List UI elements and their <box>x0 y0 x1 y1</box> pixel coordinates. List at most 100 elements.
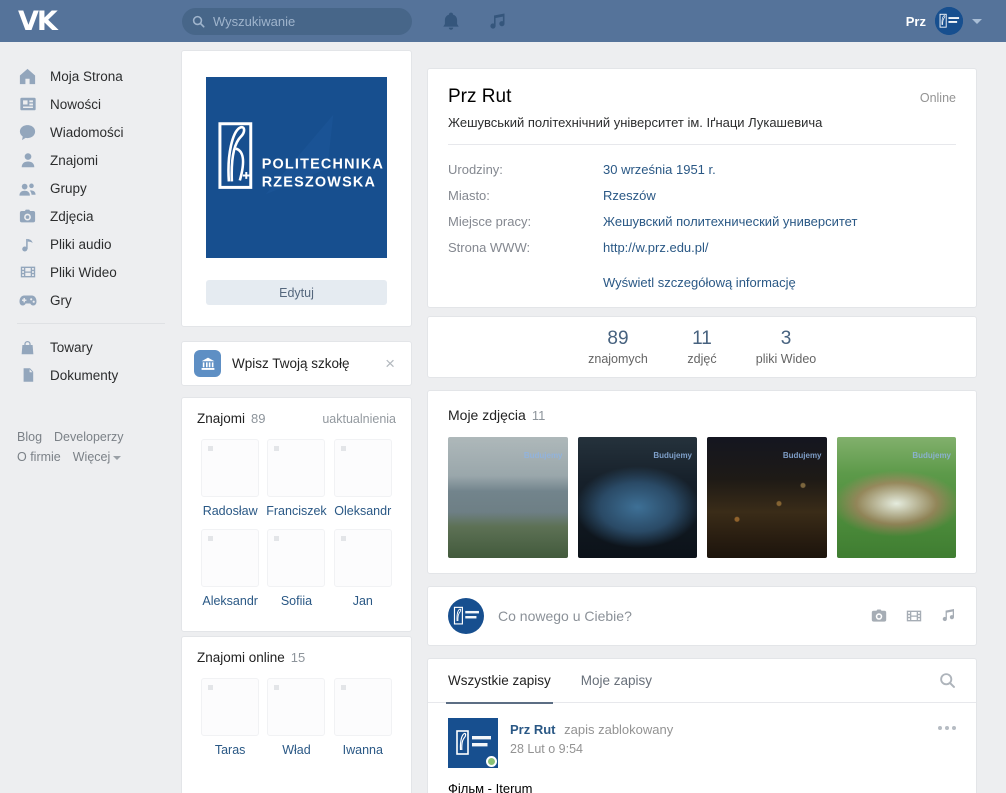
photo-thumb-night-concert-crowd[interactable]: Budujemy <box>707 437 827 558</box>
post-actions-menu-icon[interactable] <box>938 718 956 768</box>
tab-all-posts[interactable]: Wszystkie zapisy <box>448 659 551 703</box>
friends-updates-link[interactable]: uaktualnienia <box>322 412 396 426</box>
school-prompt-widget: Wpisz Twoją szkołę × <box>181 341 412 386</box>
sidebar-item-groups[interactable]: Grupy <box>17 174 181 202</box>
friend-avatar <box>267 678 325 736</box>
sidebar-item-label: Moja Strona <box>50 69 123 84</box>
global-search[interactable] <box>182 8 412 35</box>
friend-avatar <box>201 439 259 497</box>
post-author-avatar[interactable] <box>448 718 498 768</box>
friend-name[interactable]: Franciszek <box>266 504 326 518</box>
sidebar-item-documents[interactable]: Dokumenty <box>17 361 181 389</box>
sidebar-item-games[interactable]: Gry <box>17 286 181 314</box>
friend-name[interactable]: Oleksandr <box>334 504 391 518</box>
friend-item[interactable]: Aleksandr <box>197 529 263 608</box>
post-blocked-badge: zapis zablokowany <box>564 722 673 737</box>
sidebar-item-label: Nowości <box>50 97 101 112</box>
person-icon <box>17 150 38 171</box>
account-menu[interactable]: Prz <box>906 0 982 42</box>
sidebar-item-label: Dokumenty <box>50 368 118 383</box>
friend-item[interactable]: Wład <box>263 678 329 757</box>
footer-link-more[interactable]: Więcej <box>73 450 122 464</box>
post-composer[interactable]: Co nowego u Ciebie? <box>427 586 977 646</box>
friends-title-link[interactable]: Znajomi <box>197 411 245 426</box>
post-date-link[interactable]: 28 Lut o 9:54 <box>510 742 673 756</box>
detail-label: Miejsce pracy: <box>448 214 603 229</box>
friend-item[interactable]: Iwanna <box>330 678 396 757</box>
attach-photo-icon[interactable] <box>870 607 888 625</box>
show-detailed-info-link[interactable]: Wyświetl szczegółową informację <box>603 275 956 290</box>
friend-name[interactable]: Wład <box>282 743 310 757</box>
left-navigation: Moja Strona Nowości Wiadomości Znajomi G… <box>17 50 181 793</box>
detail-value-link[interactable]: 30 września 1951 r. <box>603 162 716 177</box>
sidebar-item-label: Grupy <box>50 181 87 196</box>
footer-link-developers[interactable]: Developerzy <box>54 430 123 444</box>
sidebar-item-messages[interactable]: Wiadomości <box>17 118 181 146</box>
detail-label: Strona WWW: <box>448 240 603 255</box>
friend-name[interactable]: Radosław <box>203 504 258 518</box>
friend-name[interactable]: Aleksandr <box>202 594 258 608</box>
friend-item[interactable]: Franciszek <box>263 439 329 518</box>
document-icon <box>17 365 38 386</box>
attach-audio-icon[interactable] <box>940 607 956 623</box>
chevron-down-icon <box>113 456 121 460</box>
film-icon <box>17 262 38 283</box>
edit-profile-button[interactable]: Edytuj <box>206 280 387 305</box>
sidebar-item-video[interactable]: Pliki Wideo <box>17 258 181 286</box>
vk-logo[interactable]: VK <box>18 6 56 37</box>
page-title: Prz Rut <box>448 86 511 108</box>
search-icon <box>192 15 205 28</box>
people-group-icon <box>17 178 38 199</box>
wall-search-icon[interactable] <box>939 672 956 689</box>
sidebar-item-news[interactable]: Nowości <box>17 90 181 118</box>
friend-item[interactable]: Oleksandr <box>330 439 396 518</box>
sidebar-item-goods[interactable]: Towary <box>17 333 181 361</box>
search-input[interactable] <box>213 14 402 29</box>
sidebar-item-friends[interactable]: Znajomi <box>17 146 181 174</box>
photo-thumb-folk-dancers[interactable]: Budujemy <box>837 437 957 558</box>
friend-name[interactable]: Sofiia <box>281 594 312 608</box>
counter-photos[interactable]: 11 zdjęć <box>671 328 733 366</box>
friend-item[interactable]: Jan <box>330 529 396 608</box>
counter-value: 3 <box>755 328 817 350</box>
notifications-bell-icon[interactable] <box>441 11 461 31</box>
top-navigation-bar: VK Prz <box>0 0 1006 42</box>
detail-value-link[interactable]: Rzeszów <box>603 188 656 203</box>
my-photos-title-link[interactable]: Moje zdjęcia <box>448 407 526 423</box>
friends-online-title-link[interactable]: Znajomi online <box>197 650 285 665</box>
detail-value-link[interactable]: http://w.prz.edu.pl/ <box>603 240 709 255</box>
friend-avatar <box>334 439 392 497</box>
friend-name[interactable]: Jan <box>353 594 373 608</box>
footer-link-about[interactable]: O firmie <box>17 450 61 464</box>
photo-thumb-campus-building[interactable]: Budujemy <box>448 437 568 558</box>
wall-block: Wszystkie zapisy Moje zapisy Prz Rut zap <box>427 658 977 793</box>
friends-count: 89 <box>251 411 265 426</box>
sidebar-item-photos[interactable]: Zdjęcia <box>17 202 181 230</box>
friend-item[interactable]: Taras <box>197 678 263 757</box>
composer-placeholder[interactable]: Co nowego u Ciebie? <box>498 608 632 624</box>
photo-thumb-flight-simulator-cockpit[interactable]: Budujemy <box>578 437 698 558</box>
post-author-link[interactable]: Prz Rut <box>510 722 556 737</box>
friend-avatar <box>334 678 392 736</box>
friend-name[interactable]: Taras <box>215 743 246 757</box>
sidebar-item-my-page[interactable]: Moja Strona <box>17 62 181 90</box>
counter-friends[interactable]: 89 znajomych <box>587 328 649 366</box>
detail-row-birthday: Urodziny: 30 września 1951 r. <box>448 156 956 182</box>
friend-name[interactable]: Iwanna <box>343 743 383 757</box>
sidebar-item-audio[interactable]: Pliki audio <box>17 230 181 258</box>
school-prompt-link[interactable]: Wpisz Twoją szkołę <box>232 356 350 371</box>
friend-item[interactable]: Radosław <box>197 439 263 518</box>
counter-videos[interactable]: 3 pliki Wideo <box>755 328 817 366</box>
profile-avatar-image[interactable]: POLITECHNIKA RZESZOWSKA <box>206 77 387 258</box>
footer-link-blog[interactable]: Blog <box>17 430 42 444</box>
header-user-name: Prz <box>906 14 926 29</box>
friends-block: Znajomi 89 uaktualnienia Radosław Franci… <box>181 397 412 632</box>
tab-my-posts[interactable]: Moje zapisy <box>581 659 652 703</box>
music-icon[interactable] <box>487 11 507 31</box>
close-icon[interactable]: × <box>381 353 399 374</box>
friend-item[interactable]: Sofiia <box>263 529 329 608</box>
attach-video-icon[interactable] <box>905 607 923 625</box>
detail-value-link[interactable]: Жешувский политехнический университет <box>603 214 857 229</box>
sidebar-item-label: Pliki Wideo <box>50 265 117 280</box>
profile-status-text[interactable]: Жешувський політехнічний університет ім.… <box>448 115 956 130</box>
